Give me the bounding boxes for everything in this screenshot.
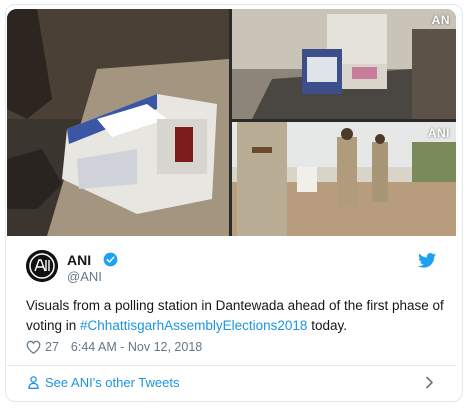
twitter-bird-icon[interactable] bbox=[418, 253, 436, 268]
evm-table-photo[interactable]: AN bbox=[232, 9, 456, 119]
police-photo[interactable]: ANI bbox=[232, 122, 456, 236]
see-other-tweets-bar[interactable]: See ANI's other Tweets bbox=[7, 365, 456, 398]
tweet-meta: 27 6:44 AM - Nov 12, 2018 bbox=[26, 338, 202, 356]
see-other-tweets-link[interactable]: See ANI's other Tweets bbox=[45, 375, 179, 390]
ani-watermark: ANI bbox=[427, 126, 450, 140]
tweet-text-after: today. bbox=[307, 318, 347, 333]
heart-icon[interactable] bbox=[26, 340, 41, 354]
tweet-text: Visuals from a polling station in Dantew… bbox=[26, 296, 446, 336]
tweet-media-grid[interactable]: AN ANI bbox=[7, 9, 456, 236]
evm-closeup-photo[interactable] bbox=[7, 9, 229, 236]
tweet-header: ANI @ANI bbox=[26, 249, 446, 285]
hashtag-link[interactable]: #ChhattisgarhAssemblyElections2018 bbox=[80, 318, 307, 333]
chevron-right-icon[interactable] bbox=[425, 376, 434, 389]
verified-badge-icon bbox=[103, 252, 118, 267]
author-handle[interactable]: @ANI bbox=[67, 269, 102, 284]
person-icon bbox=[28, 376, 39, 389]
ani-watermark: AN bbox=[431, 13, 450, 27]
author-name[interactable]: ANI bbox=[67, 252, 91, 268]
like-count[interactable]: 27 bbox=[45, 340, 59, 354]
avatar[interactable] bbox=[26, 250, 58, 282]
timestamp[interactable]: 6:44 AM - Nov 12, 2018 bbox=[71, 340, 202, 354]
